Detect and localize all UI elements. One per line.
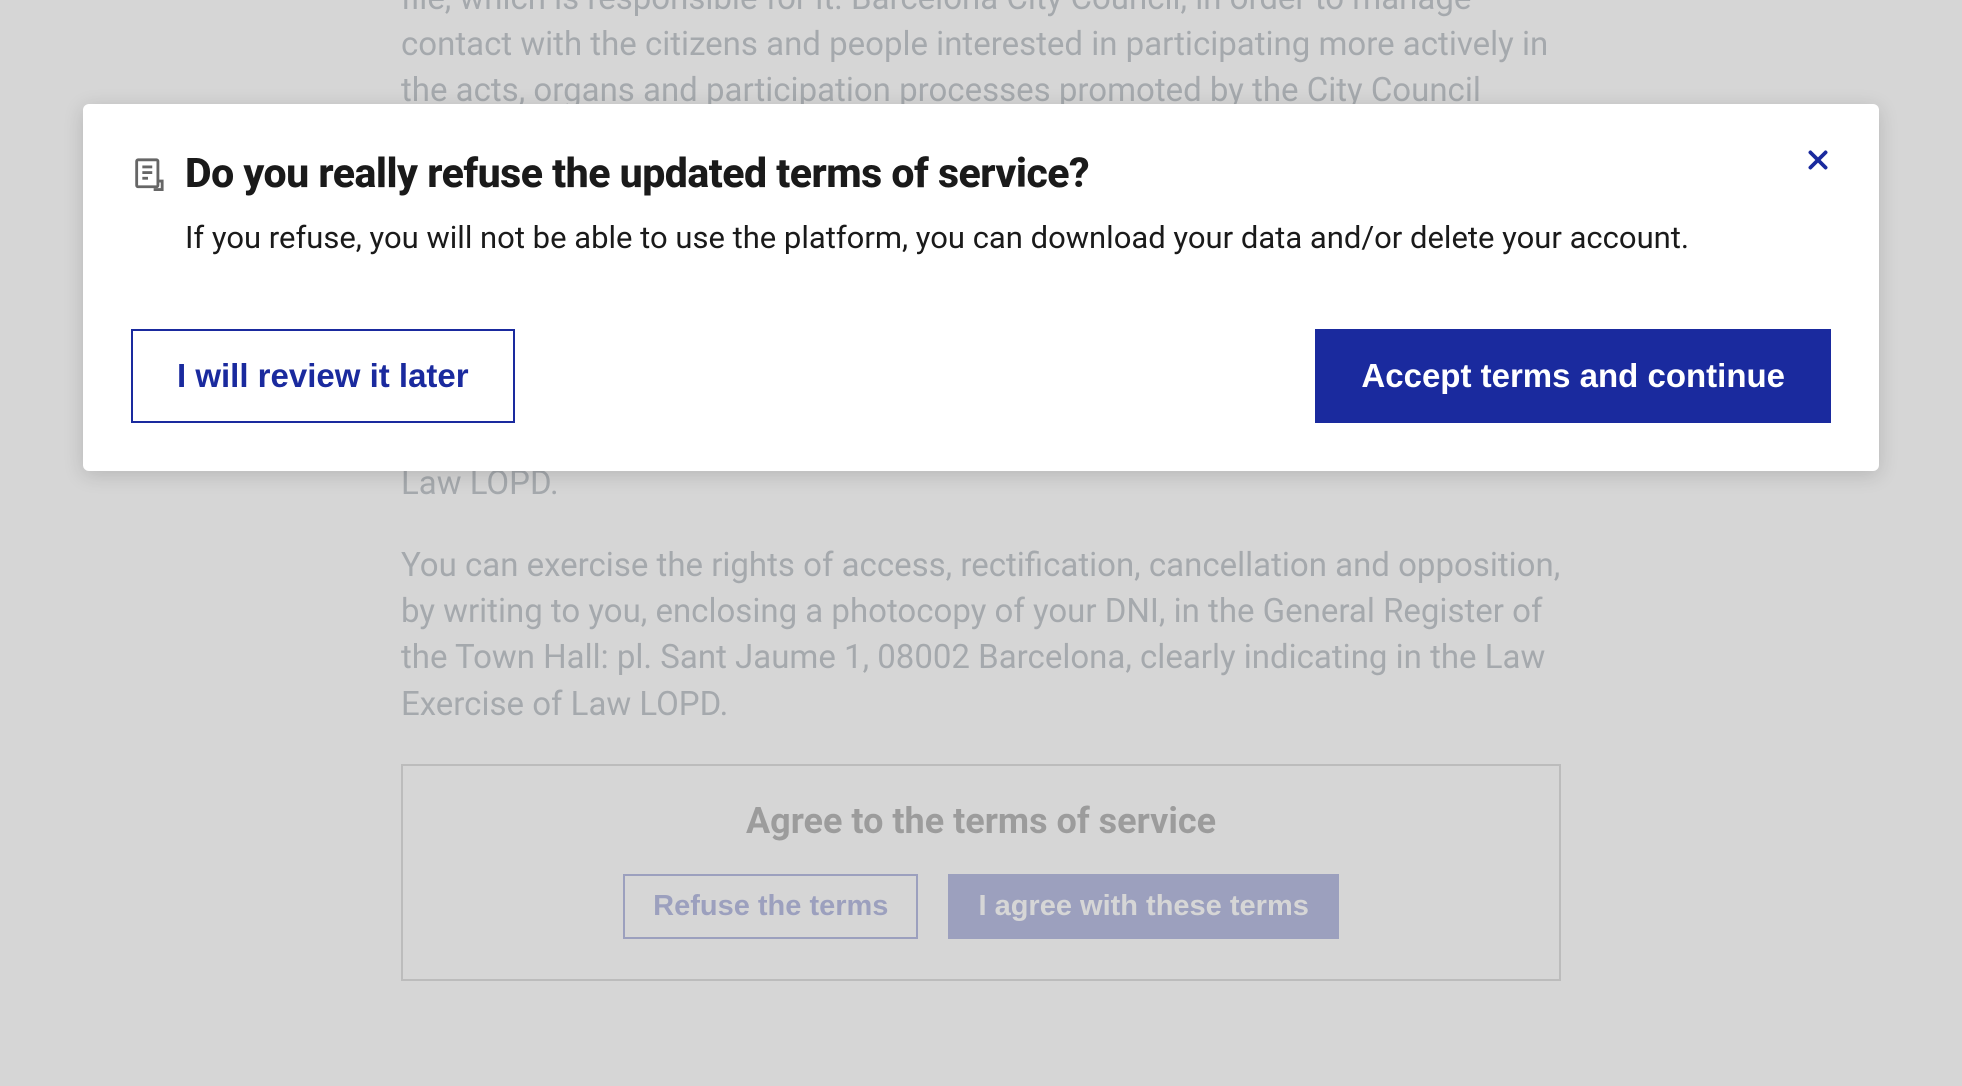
modal-overlay[interactable]: Do you really refuse the updated terms o…: [0, 0, 1962, 1086]
modal-title: Do you really refuse the updated terms o…: [185, 150, 1089, 198]
review-later-button[interactable]: I will review it later: [131, 329, 515, 423]
modal-header: Do you really refuse the updated terms o…: [131, 150, 1831, 198]
accept-terms-button[interactable]: Accept terms and continue: [1315, 329, 1831, 423]
modal-footer: I will review it later Accept terms and …: [131, 329, 1831, 423]
close-button[interactable]: [1803, 146, 1833, 176]
close-icon: [1805, 147, 1831, 173]
document-icon: [131, 157, 165, 191]
refuse-confirmation-modal: Do you really refuse the updated terms o…: [83, 104, 1879, 471]
modal-body-text: If you refuse, you will not be able to u…: [185, 216, 1831, 259]
